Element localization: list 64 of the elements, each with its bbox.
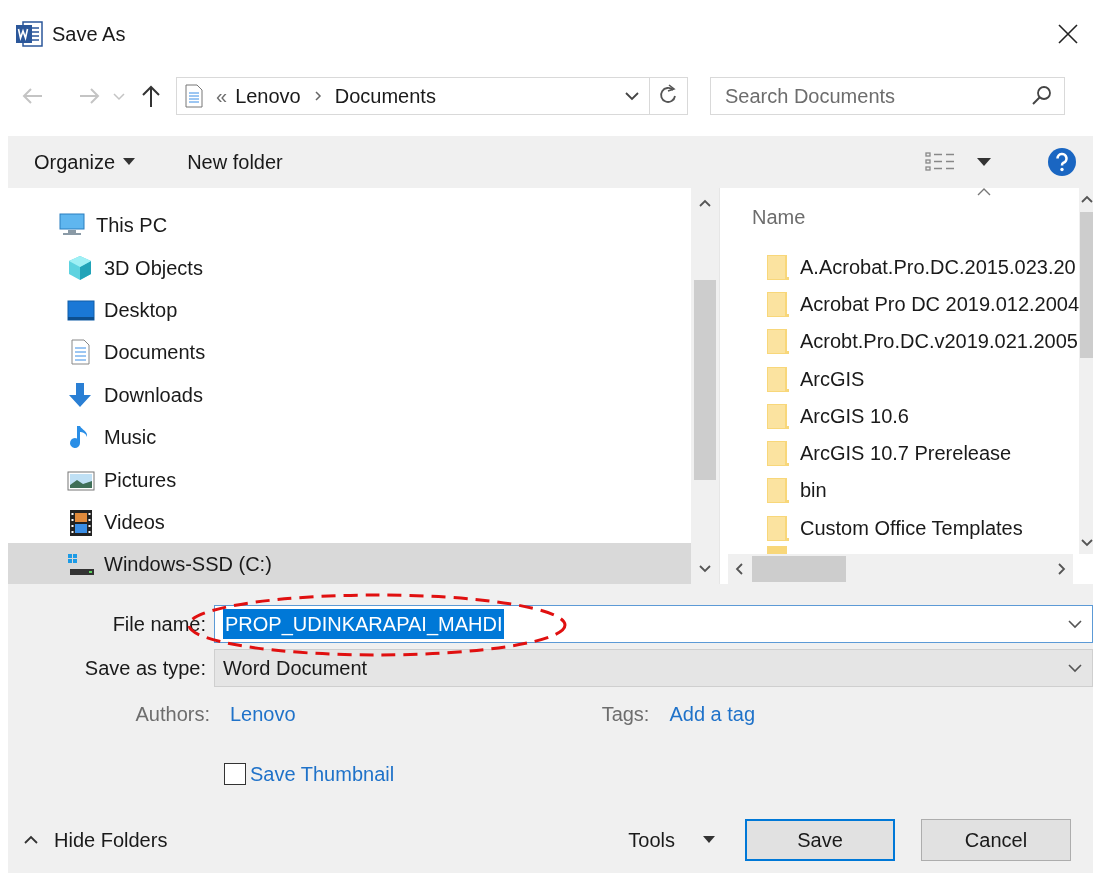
tree-item[interactable]: Music — [8, 415, 691, 459]
folder-icon — [766, 439, 790, 468]
tree-item[interactable]: Desktop — [8, 288, 691, 332]
thumbnail-checkbox[interactable] — [224, 763, 246, 785]
field-label: File name: — [111, 612, 207, 637]
dialog-button[interactable]: Cancel — [921, 819, 1071, 861]
field-label: Save as type: — [83, 656, 207, 681]
file-list-item[interactable]: Custom Office Templates — [728, 509, 1080, 547]
search-icon[interactable] — [1031, 85, 1053, 107]
tree-item[interactable]: 3D Objects — [8, 246, 691, 289]
checkbox-label[interactable]: Save Thumbnail — [250, 759, 395, 789]
file-list-item[interactable]: Acrobat Pro DC 2019.012.2004 — [728, 285, 1080, 323]
tree-item[interactable]: Documents — [8, 331, 691, 374]
field-label: Authors: — [134, 702, 211, 727]
breadcrumb-link[interactable]: Lenovo — [235, 81, 301, 111]
file-name-field[interactable]: PROP_UDINKARAPAI_MAHDI — [214, 605, 1093, 643]
add-tag-link[interactable]: Add a tag — [669, 699, 756, 729]
file-list-item[interactable]: ArcGIS 10.6 — [728, 397, 1080, 435]
file-list-item[interactable]: ArcGIS — [728, 359, 1080, 398]
column-header[interactable]: Name — [752, 202, 806, 232]
caret-icon — [123, 158, 136, 166]
help-icon[interactable] — [1047, 147, 1077, 177]
file-list-item[interactable]: ArcGIS 10.7 Prerelease — [728, 434, 1080, 472]
tree-item[interactable]: Pictures — [8, 458, 691, 501]
hide-folders-button[interactable]: Hide Folders — [24, 825, 168, 855]
tree-item[interactable]: Videos — [8, 500, 691, 544]
scrollbar-thumb[interactable] — [694, 280, 716, 480]
new-folder-button[interactable]: New folder — [187, 147, 283, 177]
tree-item[interactable]: This PC — [8, 204, 691, 247]
sort-caret-icon — [977, 188, 992, 196]
window-title: Save As — [52, 22, 126, 47]
address-bar[interactable]: « Lenovo Documents — [176, 77, 688, 115]
chevron-up-icon — [24, 835, 38, 845]
folder-icon — [766, 546, 790, 555]
author-link[interactable]: Lenovo — [230, 699, 296, 729]
word-app-icon — [14, 19, 44, 49]
file-list-item[interactable]: bin — [728, 471, 1080, 510]
breadcrumb-link[interactable]: Documents — [334, 81, 436, 111]
folder-icon — [766, 401, 790, 430]
scrollbar-thumb[interactable] — [752, 556, 846, 583]
field-label: Tags: — [601, 702, 650, 727]
folder-icon — [766, 252, 790, 281]
organize-button[interactable]: Organize — [34, 147, 136, 177]
breadcrumb-chevron-icon[interactable] — [312, 90, 323, 102]
file-list-item[interactable]: Acrobt.Pro.DC.v2019.021.2005 — [728, 322, 1080, 360]
save-type-dropdown[interactable]: Word Document — [214, 649, 1093, 687]
folder-icon — [766, 476, 790, 505]
tree-item[interactable]: Windows-SSD (C:) — [8, 543, 691, 586]
tree-item[interactable]: Downloads — [8, 373, 691, 416]
dialog-button[interactable]: Save — [745, 819, 895, 861]
folder-icon — [766, 289, 790, 318]
folder-icon — [766, 513, 790, 542]
caret-icon — [703, 836, 715, 844]
folder-icon — [766, 327, 790, 356]
scrollbar-thumb[interactable] — [1080, 212, 1093, 358]
tools-button[interactable]: Tools — [628, 825, 715, 855]
overflow-chevron[interactable]: « — [216, 81, 228, 111]
document-icon — [184, 84, 204, 108]
close-icon[interactable] — [1057, 23, 1079, 45]
folder-icon — [766, 364, 790, 393]
file-list-item[interactable]: A.Acrobat.Pro.DC.2015.023.20 — [728, 248, 1080, 286]
caret-icon[interactable] — [977, 158, 991, 166]
search-field[interactable]: Search Documents — [710, 77, 1065, 115]
view-options-icon[interactable] — [925, 151, 955, 173]
